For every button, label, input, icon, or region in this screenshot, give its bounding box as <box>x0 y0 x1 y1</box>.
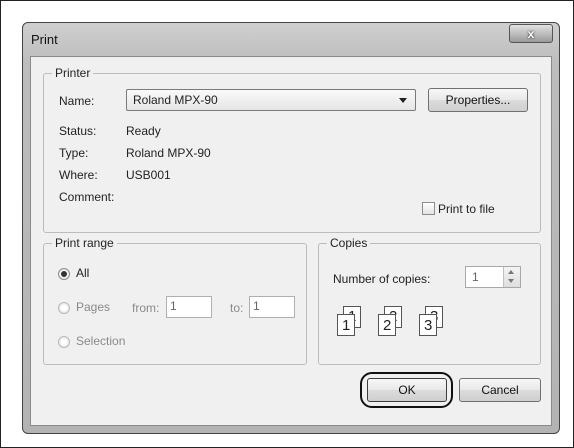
print-range-group: Print range All Pages from: 1 to: 1 Sele… <box>43 236 307 365</box>
name-label: Name: <box>59 94 95 108</box>
print-dialog: Print x Printer Name: Roland MPX-90 Prop… <box>22 22 560 434</box>
radio-selection[interactable] <box>58 336 70 348</box>
print-to-file-checkbox[interactable] <box>422 202 435 215</box>
type-label: Type: <box>59 146 89 160</box>
ok-button[interactable]: OK <box>367 378 447 402</box>
close-button[interactable]: x <box>509 24 553 43</box>
spin-up-icon <box>508 270 514 274</box>
ok-button-label: OK <box>398 383 416 397</box>
dialog-client-area: Printer Name: Roland MPX-90 Properties..… <box>30 56 552 426</box>
copies-group-label: Copies <box>327 236 371 250</box>
collate-icon: 1 1 2 2 3 3 <box>337 306 457 346</box>
title-bar: Print x <box>23 23 559 57</box>
cancel-button[interactable]: Cancel <box>459 378 541 402</box>
collate-page-number: 1 <box>342 317 351 334</box>
radio-all[interactable] <box>58 268 70 280</box>
comment-label: Comment: <box>59 190 115 204</box>
printer-group-label: Printer <box>52 66 94 80</box>
to-page-value: 1 <box>253 299 260 313</box>
radio-pages-label: Pages <box>76 300 111 314</box>
to-page-input[interactable]: 1 <box>249 296 295 318</box>
from-page-input[interactable]: 1 <box>166 296 212 318</box>
printer-name-value: Roland MPX-90 <box>133 93 218 107</box>
type-value: Roland MPX-90 <box>126 146 211 160</box>
status-value: Ready <box>126 124 161 138</box>
from-page-value: 1 <box>170 299 177 313</box>
printer-name-select[interactable]: Roland MPX-90 <box>126 89 416 111</box>
where-label: Where: <box>59 168 98 182</box>
copies-value: 1 <box>472 270 479 284</box>
print-range-group-label: Print range <box>52 236 117 250</box>
dialog-title: Print <box>31 32 58 47</box>
collate-page-number: 3 <box>424 317 433 334</box>
close-icon: x <box>527 26 535 41</box>
screenshot-frame: Print x Printer Name: Roland MPX-90 Prop… <box>0 0 574 448</box>
copies-group: Copies Number of copies: 1 1 1 2 <box>318 236 541 365</box>
radio-selected-dot <box>61 271 67 277</box>
properties-button[interactable]: Properties... <box>428 88 528 112</box>
spin-down-icon <box>508 279 514 283</box>
status-label: Status: <box>59 124 97 138</box>
print-to-file-label: Print to file <box>438 202 495 216</box>
collate-page-number: 2 <box>383 317 392 334</box>
where-value: USB001 <box>126 168 171 182</box>
radio-pages[interactable] <box>58 302 70 314</box>
properties-button-label: Properties... <box>445 93 511 107</box>
radio-all-label: All <box>76 266 90 280</box>
number-of-copies-label: Number of copies: <box>333 272 431 286</box>
copies-spinner[interactable]: 1 <box>465 266 521 288</box>
chevron-down-icon <box>399 98 407 103</box>
printer-group: Printer Name: Roland MPX-90 Properties..… <box>43 66 541 233</box>
to-label: to: <box>230 301 244 315</box>
from-label: from: <box>132 301 160 315</box>
cancel-button-label: Cancel <box>481 383 519 397</box>
spinner-buttons[interactable] <box>503 267 520 287</box>
radio-selection-label: Selection <box>76 334 126 348</box>
